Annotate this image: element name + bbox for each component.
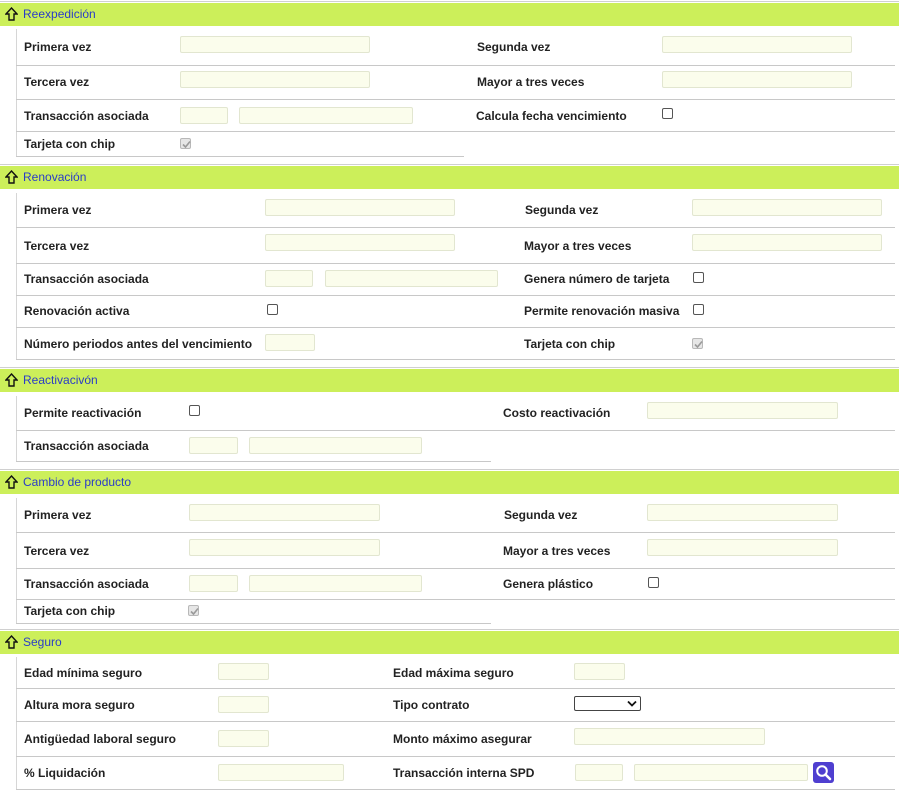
- permite-masiva-checkbox[interactable]: [693, 304, 704, 315]
- section-header-seguro[interactable]: Seguro: [0, 631, 899, 654]
- costo-reactivacion-input[interactable]: [647, 402, 838, 419]
- segunda-vez-input[interactable]: [692, 199, 882, 216]
- segunda-vez-label: Segunda vez: [477, 40, 551, 54]
- tipo-contrato-label: Tipo contrato: [393, 698, 470, 712]
- search-button[interactable]: [813, 762, 834, 783]
- transaccion-desc-input[interactable]: [249, 575, 422, 592]
- numero-periodos-label: Número periodos antes del vencimiento: [24, 337, 253, 351]
- liquidacion-input[interactable]: [218, 764, 344, 781]
- transaccion-spd-label: Transacción interna SPD: [393, 766, 535, 780]
- genera-plastico-checkbox[interactable]: [648, 577, 659, 588]
- section-title: Reactivacivón: [23, 373, 98, 387]
- mayor-tres-input[interactable]: [692, 234, 882, 251]
- tercera-vez-label: Tercera vez: [24, 239, 90, 253]
- liquidacion-label: % Liquidación: [24, 766, 106, 780]
- section-title: Cambio de producto: [23, 475, 132, 489]
- up-arrow-icon[interactable]: [4, 6, 19, 22]
- tercera-vez-input[interactable]: [180, 71, 370, 88]
- section-header-reexpedicion[interactable]: Reexpedición: [0, 3, 899, 26]
- segunda-vez-label: Segunda vez: [525, 203, 599, 217]
- transaccion-desc-input[interactable]: [239, 107, 413, 124]
- costo-reactivacion-label: Costo reactivación: [503, 406, 611, 420]
- segunda-vez-label: Segunda vez: [504, 508, 578, 522]
- permite-reactivacion-label: Permite reactivación: [24, 406, 142, 420]
- up-arrow-icon[interactable]: [4, 372, 19, 388]
- tarjeta-chip-label: Tarjeta con chip: [524, 337, 616, 351]
- calcula-fecha-checkbox[interactable]: [662, 108, 673, 119]
- section-title: Reexpedición: [23, 7, 96, 21]
- edad-maxima-label: Edad máxima seguro: [393, 666, 514, 680]
- transaccion-code-input[interactable]: [180, 107, 228, 124]
- up-arrow-icon[interactable]: [4, 169, 19, 185]
- antiguedad-input[interactable]: [218, 730, 269, 747]
- transaccion-desc-input[interactable]: [249, 437, 422, 454]
- primera-vez-label: Primera vez: [24, 40, 92, 54]
- transaccion-asociada-label: Transacción asociada: [24, 439, 149, 453]
- section-title: Renovación: [23, 170, 87, 184]
- section-title: Seguro: [23, 635, 62, 649]
- tarjeta-chip-label: Tarjeta con chip: [24, 604, 116, 618]
- genera-numero-checkbox[interactable]: [693, 272, 704, 283]
- section-header-cambio-producto[interactable]: Cambio de producto: [0, 471, 899, 494]
- tipo-contrato-select[interactable]: [574, 696, 641, 711]
- mayor-tres-label: Mayor a tres veces: [524, 239, 632, 253]
- tercera-vez-label: Tercera vez: [24, 544, 90, 558]
- transaccion-asociada-label: Transacción asociada: [24, 109, 149, 123]
- up-arrow-icon[interactable]: [4, 634, 19, 650]
- tarjeta-chip-checkbox: [180, 138, 191, 149]
- transaccion-asociada-label: Transacción asociada: [24, 272, 149, 286]
- primera-vez-label: Primera vez: [24, 203, 92, 217]
- primera-vez-label: Primera vez: [24, 508, 92, 522]
- permite-masiva-label: Permite renovación masiva: [524, 304, 680, 318]
- renovacion-activa-checkbox[interactable]: [267, 304, 278, 315]
- primera-vez-input[interactable]: [180, 36, 370, 53]
- mayor-tres-input[interactable]: [647, 539, 838, 556]
- tarjeta-chip-checkbox: [188, 605, 199, 616]
- tarjeta-chip-label: Tarjeta con chip: [24, 137, 116, 151]
- edad-minima-input[interactable]: [218, 663, 269, 680]
- primera-vez-input[interactable]: [265, 199, 455, 216]
- antiguedad-label: Antigüedad laboral seguro: [24, 732, 177, 746]
- transaccion-code-input[interactable]: [189, 575, 238, 592]
- renovacion-activa-label: Renovación activa: [24, 304, 130, 318]
- section-header-renovacion[interactable]: Renovación: [0, 166, 899, 189]
- altura-mora-label: Altura mora seguro: [24, 698, 135, 712]
- transaccion-desc-input[interactable]: [325, 270, 498, 287]
- mayor-tres-input[interactable]: [662, 71, 852, 88]
- up-arrow-icon[interactable]: [4, 474, 19, 490]
- transaccion-code-input[interactable]: [189, 437, 238, 454]
- edad-maxima-input[interactable]: [574, 663, 625, 680]
- mayor-tres-label: Mayor a tres veces: [503, 544, 611, 558]
- segunda-vez-input[interactable]: [647, 504, 838, 521]
- genera-numero-label: Genera número de tarjeta: [524, 272, 670, 286]
- numero-periodos-input[interactable]: [265, 334, 315, 351]
- permite-reactivacion-checkbox[interactable]: [189, 405, 200, 416]
- tercera-vez-input[interactable]: [189, 539, 380, 556]
- segunda-vez-input[interactable]: [662, 36, 852, 53]
- tercera-vez-label: Tercera vez: [24, 75, 90, 89]
- genera-plastico-label: Genera plástico: [503, 577, 594, 591]
- altura-mora-input[interactable]: [218, 696, 269, 713]
- transaccion-asociada-label: Transacción asociada: [24, 577, 149, 591]
- monto-maximo-label: Monto máximo asegurar: [393, 732, 532, 746]
- tarjeta-chip-checkbox: [692, 338, 703, 349]
- transaccion-code-input[interactable]: [265, 270, 313, 287]
- primera-vez-input[interactable]: [189, 504, 380, 521]
- section-header-reactivacion[interactable]: Reactivacivón: [0, 369, 899, 392]
- tercera-vez-input[interactable]: [265, 234, 455, 251]
- monto-maximo-input[interactable]: [574, 728, 765, 745]
- edad-minima-label: Edad mínima seguro: [24, 666, 143, 680]
- transaccion-spd-code-input[interactable]: [575, 764, 623, 781]
- transaccion-spd-desc-input[interactable]: [634, 764, 808, 781]
- calcula-fecha-label: Calcula fecha vencimiento: [476, 109, 627, 123]
- mayor-tres-label: Mayor a tres veces: [477, 75, 585, 89]
